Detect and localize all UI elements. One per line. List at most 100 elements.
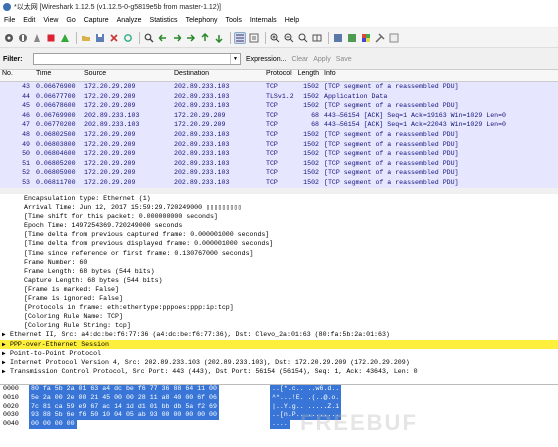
preferences-icon[interactable] xyxy=(374,32,386,44)
expand-arrow-icon[interactable]: ▶ xyxy=(2,340,6,349)
open-file-icon[interactable] xyxy=(80,32,92,44)
packet-row[interactable]: 53 0.06811700 172.20.29.209 202.89.233.103 T… xyxy=(0,177,558,188)
column-header-source[interactable]: Source xyxy=(82,70,172,81)
menu-statistics[interactable]: Statistics xyxy=(146,17,182,24)
frame-detail-line[interactable]: Frame Length: 68 bytes (544 bits) xyxy=(0,267,558,276)
hex-row[interactable]: 0020 7c 81 ca 59 e9 67 ac 14 1d d1 01 bb … xyxy=(0,402,558,412)
frame-detail-line[interactable]: Arrival Time: Jun 12, 2017 15:59:29.7202… xyxy=(0,203,558,212)
frame-detail-line[interactable]: [Coloring Rule Name: TCP] xyxy=(0,312,558,321)
colorize-icon[interactable] xyxy=(234,31,246,44)
tree-row-ppp[interactable]: ▶ Point-to-Point Protocol xyxy=(0,348,558,358)
packet-row[interactable]: 47 0.06770200 202.89.233.103 172.20.29.209 T… xyxy=(0,120,558,130)
frame-detail-line[interactable]: Frame Number: 60 xyxy=(0,258,558,267)
last-packet-icon[interactable] xyxy=(213,32,225,44)
expand-arrow-icon[interactable]: ▶ xyxy=(2,358,6,367)
frame-detail-line[interactable]: [Time shift for this packet: 0.000000000… xyxy=(0,212,558,221)
hex-row[interactable]: 0040 00 00 00 00.... xyxy=(0,420,558,429)
column-header-destination[interactable]: Destination xyxy=(172,70,264,81)
packet-row[interactable]: 46 0.06769900 202.89.233.103 172.20.29.209 T… xyxy=(0,110,558,121)
frame-detail-line[interactable]: Epoch Time: 1497254369.720249000 seconds xyxy=(0,221,558,230)
zoom-in-icon[interactable] xyxy=(269,32,281,44)
hex-bytes[interactable]: 00 00 00 00 xyxy=(29,420,77,429)
chevron-down-icon[interactable]: ▼ xyxy=(230,54,240,64)
tree-row-ethernet[interactable]: ▶ Ethernet II, Src: a4:dc:be:f6:77:36 (a4… xyxy=(0,330,558,340)
column-header-protocol[interactable]: Protocol xyxy=(264,70,294,81)
hex-bytes[interactable]: 7c 81 ca 59 e9 67 ac 14 1d d1 01 bb db 5… xyxy=(29,402,219,412)
hex-ascii[interactable]: ^*...!E. .(..@.o. xyxy=(270,393,342,403)
expand-arrow-icon[interactable]: ▶ xyxy=(2,349,6,358)
hex-ascii[interactable]: .... xyxy=(270,420,290,429)
close-file-icon[interactable] xyxy=(108,32,120,44)
display-filters-icon[interactable] xyxy=(346,32,358,44)
packet-row[interactable]: 45 0.06678600 172.20.29.209 202.89.233.103 T… xyxy=(0,101,558,111)
zoom-out-icon[interactable] xyxy=(283,32,295,44)
column-header-length[interactable]: Length xyxy=(294,70,322,81)
column-header-info[interactable]: Info xyxy=(322,70,558,81)
hex-ascii[interactable]: ..[*.c.. ..w6.d.. xyxy=(270,385,342,394)
packet-row[interactable]: 44 0.06677700 172.20.29.209 202.89.233.103 T… xyxy=(0,91,558,102)
display-filter-input[interactable]: ▼ xyxy=(33,53,241,65)
save-button[interactable]: Save xyxy=(336,56,352,63)
capture-options-icon[interactable] xyxy=(17,32,29,44)
restart-capture-icon[interactable] xyxy=(59,32,71,44)
frame-detail-line[interactable]: [Time since reference or first frame: 0.… xyxy=(0,249,558,258)
menu-help[interactable]: Help xyxy=(281,17,303,24)
menu-tools[interactable]: Tools xyxy=(221,17,245,24)
tree-row-tcp[interactable]: ▶ Transmission Control Protocol, Src Port… xyxy=(0,367,558,377)
reload-icon[interactable] xyxy=(122,32,134,44)
menu-edit[interactable]: Edit xyxy=(19,17,39,24)
menu-telephony[interactable]: Telephony xyxy=(182,17,222,24)
stop-capture-icon[interactable] xyxy=(45,32,57,44)
find-packet-icon[interactable] xyxy=(143,32,155,44)
hex-row[interactable]: 0030 93 88 5b 6e f6 50 10 04 05 ab 93 00 … xyxy=(0,411,558,421)
menu-file[interactable]: File xyxy=(0,17,19,24)
column-header-no[interactable]: No. xyxy=(0,70,34,81)
coloring-rules-icon[interactable] xyxy=(360,32,372,44)
menu-view[interactable]: View xyxy=(39,17,62,24)
packet-row[interactable]: 50 0.06804600 172.20.29.209 202.89.233.103 T… xyxy=(0,149,558,159)
go-back-icon[interactable] xyxy=(157,32,169,44)
clear-button[interactable]: Clear xyxy=(291,56,308,63)
resize-columns-icon[interactable] xyxy=(311,32,323,44)
frame-detail-line[interactable]: [Coloring Rule String: tcp] xyxy=(0,321,558,330)
packet-row[interactable]: 49 0.06803800 172.20.29.209 202.89.233.103 T… xyxy=(0,139,558,150)
go-forward-icon[interactable] xyxy=(171,32,183,44)
frame-detail-line[interactable]: [Frame is marked: False] xyxy=(0,285,558,294)
expand-arrow-icon[interactable]: ▶ xyxy=(2,330,6,339)
frame-detail-line[interactable]: [Time delta from previous captured frame… xyxy=(0,230,558,239)
frame-detail-line[interactable]: Encapsulation type: Ethernet (1) xyxy=(0,194,558,203)
frame-detail-line[interactable]: Capture Length: 68 bytes (544 bits) xyxy=(0,276,558,285)
normal-size-icon[interactable] xyxy=(297,32,309,44)
expression-button[interactable]: Expression... xyxy=(246,56,286,63)
hex-row[interactable]: 0010 5e 2a 00 2e 00 21 45 00 00 28 11 a8 … xyxy=(0,393,558,403)
apply-button[interactable]: Apply xyxy=(313,56,331,63)
frame-detail-line[interactable]: [Time delta from previous displayed fram… xyxy=(0,239,558,248)
expand-arrow-icon[interactable]: ▶ xyxy=(2,367,6,376)
interfaces-icon[interactable] xyxy=(3,32,15,44)
hex-row[interactable]: 0000 80 fa 5b 2a 01 63 a4 dc be f6 77 36 … xyxy=(0,385,558,394)
tree-row-pppoe[interactable]: ▶ PPP-over-Ethernet Session xyxy=(0,339,558,349)
hex-bytes[interactable]: 80 fa 5b 2a 01 63 a4 dc be f6 77 36 88 6… xyxy=(29,385,219,394)
menu-analyze[interactable]: Analyze xyxy=(113,17,146,24)
hex-bytes[interactable]: 93 88 5b 6e f6 50 10 04 05 ab 93 00 00 0… xyxy=(29,411,219,421)
frame-detail-line[interactable]: [Frame is ignored: False] xyxy=(0,294,558,303)
save-file-icon[interactable] xyxy=(94,32,106,44)
menu-go[interactable]: Go xyxy=(62,17,79,24)
hex-bytes[interactable]: 5e 2a 00 2e 00 21 45 00 00 28 11 a8 40 0… xyxy=(29,393,219,403)
packet-time: 0.06804600 xyxy=(36,150,76,158)
packet-row[interactable]: 48 0.06802500 172.20.29.209 202.89.233.103 T… xyxy=(0,129,558,140)
first-packet-icon[interactable] xyxy=(199,32,211,44)
frame-detail-line[interactable]: [Protocols in frame: eth:ethertype:pppoe… xyxy=(0,303,558,312)
column-header-time[interactable]: Time xyxy=(34,70,82,81)
packet-row[interactable]: 51 0.06805200 172.20.29.209 202.89.233.103 T… xyxy=(0,158,558,169)
help-icon[interactable] xyxy=(388,32,400,44)
tree-row-ipv4[interactable]: ▶ Internet Protocol Version 4, Src: 202.8… xyxy=(0,357,558,368)
start-capture-icon[interactable] xyxy=(31,32,43,44)
go-to-packet-icon[interactable] xyxy=(185,32,197,44)
auto-scroll-icon[interactable] xyxy=(248,32,260,44)
packet-row[interactable]: 52 0.06805900 172.20.29.209 202.89.233.103 T… xyxy=(0,168,558,178)
capture-filters-icon[interactable] xyxy=(332,32,344,44)
packet-row[interactable]: 43 0.06676900 172.20.29.209 202.89.233.103 T… xyxy=(0,82,558,92)
menu-internals[interactable]: Internals xyxy=(246,17,281,24)
menu-capture[interactable]: Capture xyxy=(80,17,113,24)
